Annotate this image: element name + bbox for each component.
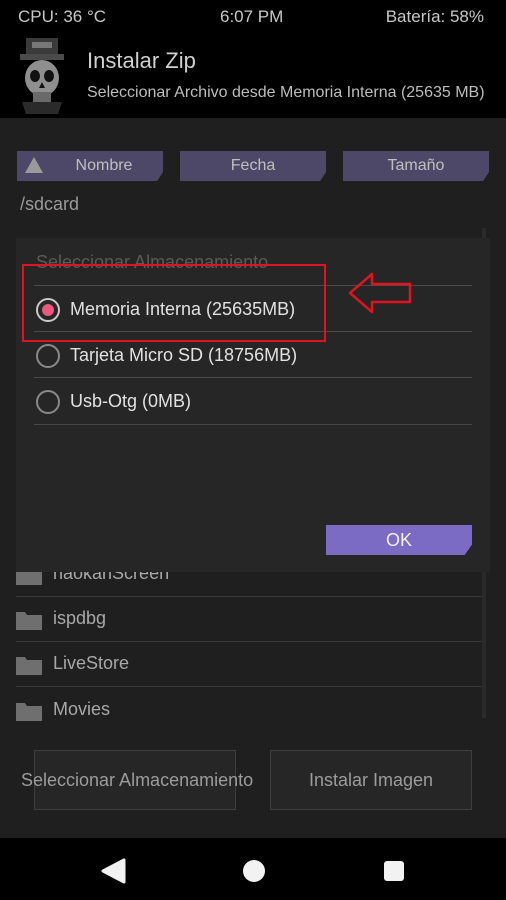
list-item[interactable]: ispdbg [16,597,482,642]
install-image-button[interactable]: Instalar Imagen [270,750,472,810]
sort-date-label: Fecha [230,157,276,174]
folder-icon [16,657,42,675]
radio-unselected-icon[interactable] [36,344,60,368]
cpu-temp: CPU: 36 °C [18,7,107,26]
select-storage-button[interactable]: Seleccionar Almacenamiento [21,750,253,810]
install-image-label: Instalar Imagen [308,770,434,790]
header: Instalar Zip Seleccionar Archivo desde M… [0,34,506,118]
home-icon[interactable] [241,858,267,884]
back-icon[interactable] [100,858,126,884]
storage-option-usb-otg[interactable]: Usb-Otg (0MB) [34,377,472,425]
list-item[interactable]: Movies [16,688,482,732]
sort-size-label: Tamaño [387,157,445,174]
annotation-highlight-box [22,264,326,342]
navigation-bar [0,838,506,900]
list-item[interactable]: LiveStore [16,642,482,687]
skull-logo-icon [20,38,64,114]
sort-by-name-button[interactable]: Nombre [17,151,163,181]
option-label: Usb-Otg (0MB) [70,391,192,411]
current-path: /sdcard [20,194,80,214]
folder-name: Movies [53,699,111,719]
select-storage-label: Seleccionar Almacenamiento [21,770,254,790]
sort-name-label: Nombre [75,157,133,174]
annotation-arrow-icon [348,272,412,314]
page-title: Instalar Zip [87,48,196,73]
radio-unselected-icon[interactable] [36,390,60,414]
sort-ascending-icon [25,157,43,173]
folder-name: ispdbg [53,608,107,628]
clock: 6:07 PM [220,7,284,26]
sort-by-size-button[interactable]: Tamaño [343,151,489,181]
ok-button[interactable]: OK [326,525,472,555]
folder-name: LiveStore [53,653,130,673]
recents-icon[interactable] [383,860,405,882]
page-subtitle: Seleccionar Archivo desde Memoria Intern… [87,84,485,101]
option-label: Tarjeta Micro SD (18756MB) [70,345,298,365]
battery-level: Batería: 58% [385,7,484,26]
sort-by-date-button[interactable]: Fecha [180,151,326,181]
folder-icon [16,612,42,630]
status-bar: CPU: 36 °C 6:07 PM Batería: 58% [0,0,506,34]
folder-icon [16,703,42,721]
